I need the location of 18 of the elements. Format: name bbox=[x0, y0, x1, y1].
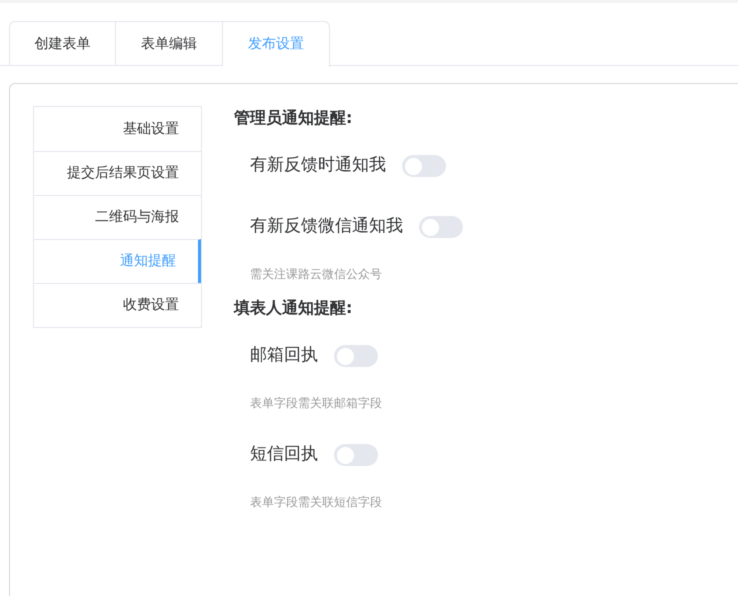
hint-text: 需关注课路云微信公众号 bbox=[249, 266, 383, 282]
toggle-label: 有新反馈微信通知我 bbox=[250, 215, 403, 238]
section-heading: 管理员通知提醒: bbox=[234, 107, 354, 129]
toggle-label: 有新反馈时通知我 bbox=[250, 154, 386, 178]
section-heading: 填表人通知提醒: bbox=[234, 297, 354, 319]
side-menu-item[interactable]: 收费设置 bbox=[34, 283, 201, 327]
toggle-switch[interactable] bbox=[419, 216, 463, 238]
hint-text: 表单字段需关联邮箱字段 bbox=[249, 395, 383, 411]
tab[interactable]: 创建表单 bbox=[9, 21, 116, 66]
toggle-switch[interactable] bbox=[334, 444, 378, 466]
toggle-label: 短信回执 bbox=[250, 443, 318, 466]
toggle-switch[interactable] bbox=[334, 345, 378, 367]
hint-text: 表单字段需关联短信字段 bbox=[249, 494, 383, 510]
side-menu-item[interactable]: 基础设置 bbox=[34, 107, 201, 151]
toggle-switch[interactable] bbox=[402, 155, 446, 177]
side-menu-item[interactable]: 二维码与海报 bbox=[34, 195, 201, 239]
toggle-label: 邮箱回执 bbox=[250, 344, 318, 368]
side-menu-item[interactable]: 提交后结果页设置 bbox=[34, 151, 201, 195]
